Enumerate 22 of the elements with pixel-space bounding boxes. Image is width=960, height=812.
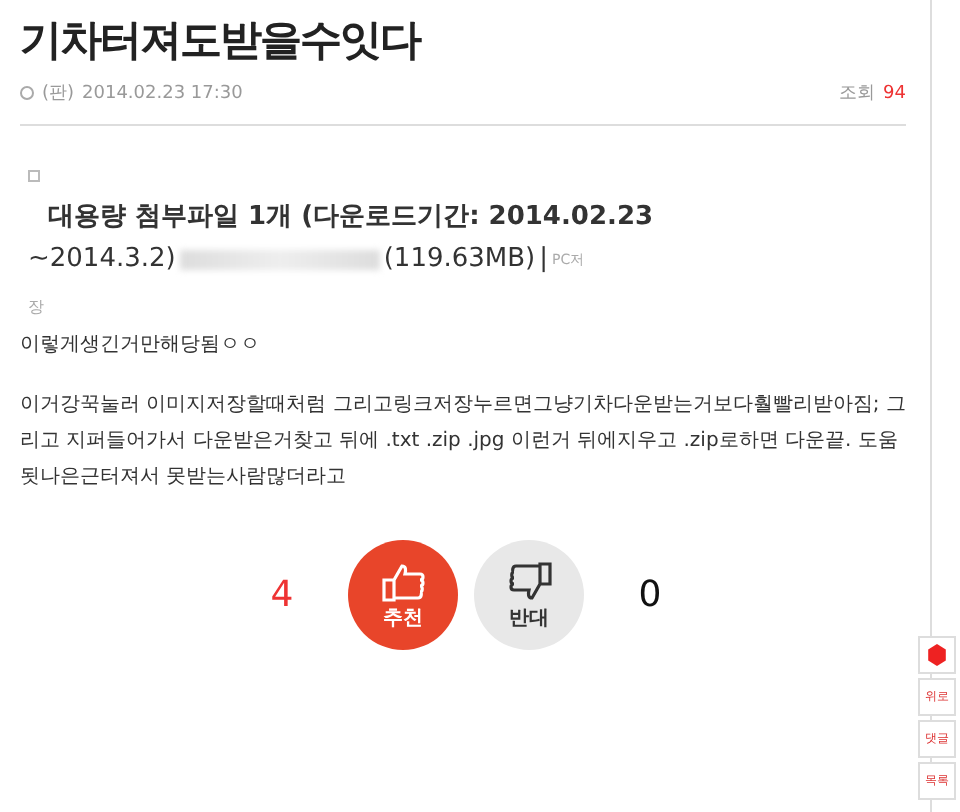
downvote-count: 0 bbox=[636, 574, 664, 616]
thumbs-up-icon bbox=[379, 559, 427, 603]
views-label: 조회 bbox=[839, 82, 876, 106]
pc-save-link[interactable]: 장 bbox=[28, 296, 44, 318]
thumbs-down-icon bbox=[505, 559, 553, 603]
author: (판) bbox=[42, 82, 75, 106]
file-size: (119.63MB) bbox=[383, 242, 536, 278]
separator: | bbox=[539, 242, 549, 278]
attachment-text: ~2014.3.2) bbox=[28, 242, 176, 278]
side-logo-button[interactable] bbox=[918, 636, 956, 674]
attachment-text: 대용량 첨부파일 1개 (다운로드기간: 2014.02.23 bbox=[48, 200, 656, 236]
post-date: 2014.02.23 17:30 bbox=[82, 83, 243, 103]
oppose-button[interactable]: 반대 bbox=[474, 540, 584, 650]
hexagon-icon bbox=[926, 644, 948, 666]
recommend-button[interactable]: 추천 bbox=[348, 540, 458, 650]
body-paragraph: 이렇게생긴거만해당됨ㅇㅇ bbox=[20, 332, 262, 360]
views-count: 94 bbox=[883, 83, 906, 103]
bullet-icon bbox=[20, 86, 34, 100]
body-paragraph: 이거강꾹눌러 이미지저장할때처럼 그리고링크저장누르면그냥기차다운받는거보다훨빨리받아짐; 그리고 지퍼들어가서 다운받은거찾고 뒤에 .txt .zip .jpg 이런거 뒤에지우고 .zip로하면 다운끝. 도움됫나은근터져서 못받는사람많더라고 bbox=[20, 392, 906, 492]
post-title: 기차터져도받을수잇다 bbox=[20, 14, 423, 68]
upvote-count: 4 bbox=[268, 574, 296, 616]
broken-image-icon bbox=[28, 170, 40, 182]
